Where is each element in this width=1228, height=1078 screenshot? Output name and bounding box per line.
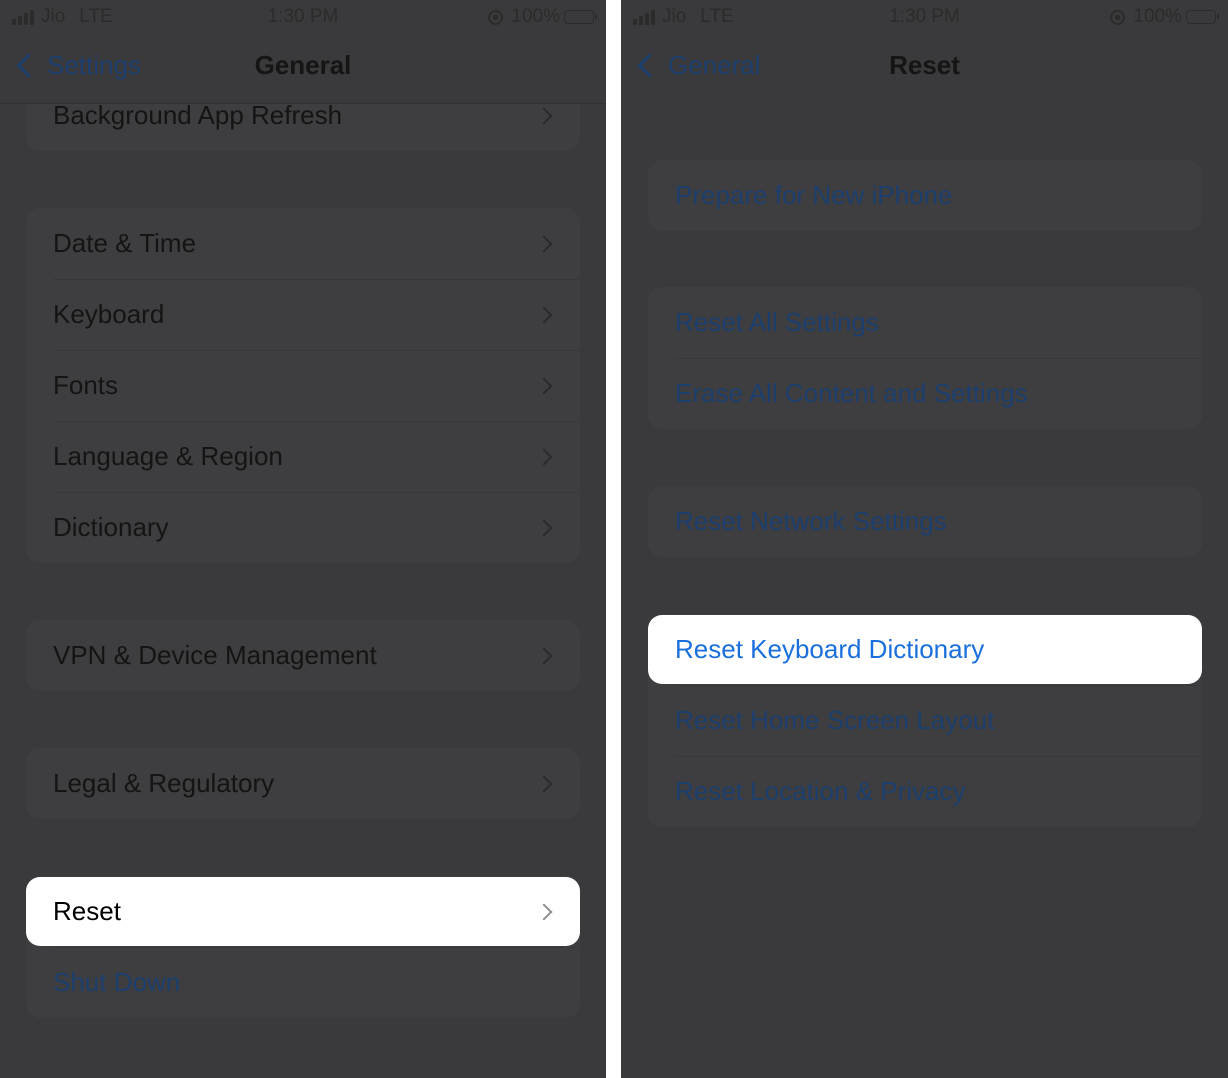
row-dictionary[interactable]: Dictionary: [26, 492, 580, 563]
battery-percentage: 100%: [1133, 6, 1182, 27]
row-label: Language & Region: [53, 441, 283, 471]
settings-group-vpn: VPN & Device Management: [26, 620, 580, 691]
row-label: Reset Location & Privacy: [675, 776, 966, 806]
chevron-right-icon: [535, 519, 553, 536]
row-erase-all-content[interactable]: Erase All Content and Settings: [648, 358, 1202, 429]
row-reset-location-privacy[interactable]: Reset Location & Privacy: [648, 756, 1202, 827]
row-label: Reset All Settings: [675, 307, 879, 337]
status-bar: Jio LTE 1:30 PM 100%: [621, 0, 1228, 36]
row-label: Dictionary: [53, 512, 169, 542]
row-label: Prepare for New iPhone: [675, 180, 953, 210]
row-label: Keyboard: [53, 299, 165, 329]
battery-percentage: 100%: [511, 6, 560, 27]
chevron-right-icon: [535, 306, 553, 323]
status-bar: Jio LTE 1:30 PM 100%: [0, 0, 606, 36]
reset-group-prepare: Prepare for New iPhone: [648, 160, 1202, 231]
row-vpn-device-management[interactable]: VPN & Device Management: [26, 620, 580, 691]
row-label: Reset Home Screen Layout: [675, 705, 995, 735]
row-prepare-new-iphone[interactable]: Prepare for New iPhone: [648, 160, 1202, 231]
row-label: Legal & Regulatory: [53, 768, 275, 798]
row-legal-regulatory[interactable]: Legal & Regulatory: [26, 748, 580, 819]
page-title: General: [254, 50, 352, 80]
reset-group-settings: Reset All Settings Erase All Content and…: [648, 287, 1202, 429]
row-label: Reset Network Settings: [675, 506, 947, 536]
battery-icon: [1186, 10, 1219, 24]
navigation-bar: Settings General: [0, 36, 606, 104]
orientation-lock-icon: [1110, 9, 1126, 25]
page-title: Reset: [889, 50, 960, 80]
settings-group-legal: Legal & Regulatory: [26, 748, 580, 819]
settings-group-locale: Date & Time Keyboard Fonts Language & Re…: [26, 208, 580, 563]
battery-icon: [564, 10, 597, 24]
row-label: Date & Time: [53, 228, 197, 258]
orientation-lock-icon: [488, 9, 504, 25]
general-settings-screen: Jio LTE 1:30 PM 100% Settings General Ba…: [0, 0, 606, 1078]
chevron-right-icon: [535, 377, 553, 394]
row-label: Background App Refresh: [53, 100, 343, 130]
row-reset-network-settings[interactable]: Reset Network Settings: [648, 486, 1202, 557]
reset-screen: Jio LTE 1:30 PM 100% General Reset Prepa…: [621, 0, 1228, 1078]
row-reset-all-settings[interactable]: Reset All Settings: [648, 287, 1202, 358]
row-reset-keyboard-dictionary[interactable]: Reset Keyboard Dictionary: [648, 615, 1202, 684]
row-language-region[interactable]: Language & Region: [26, 421, 580, 492]
row-label: Fonts: [53, 370, 119, 400]
chevron-right-icon: [535, 903, 553, 920]
row-shut-down[interactable]: Shut Down: [26, 947, 580, 1018]
row-label: Reset: [53, 896, 121, 926]
navigation-bar: General Reset: [621, 36, 1228, 104]
row-label: VPN & Device Management: [53, 640, 377, 670]
chevron-right-icon: [535, 647, 553, 664]
row-keyboard[interactable]: Keyboard: [26, 279, 580, 350]
chevron-right-icon: [535, 107, 553, 124]
row-fonts[interactable]: Fonts: [26, 350, 580, 421]
row-label: Reset Keyboard Dictionary: [675, 634, 985, 664]
chevron-right-icon: [535, 775, 553, 792]
row-reset[interactable]: Reset: [26, 877, 580, 946]
chevron-right-icon: [535, 235, 553, 252]
row-reset-home-screen[interactable]: Reset Home Screen Layout: [648, 685, 1202, 756]
chevron-right-icon: [535, 448, 553, 465]
row-label: Shut Down: [53, 967, 181, 997]
row-label: Erase All Content and Settings: [675, 378, 1028, 408]
divider: [0, 103, 606, 104]
row-date-time[interactable]: Date & Time: [26, 208, 580, 279]
reset-group-network: Reset Network Settings: [648, 486, 1202, 557]
